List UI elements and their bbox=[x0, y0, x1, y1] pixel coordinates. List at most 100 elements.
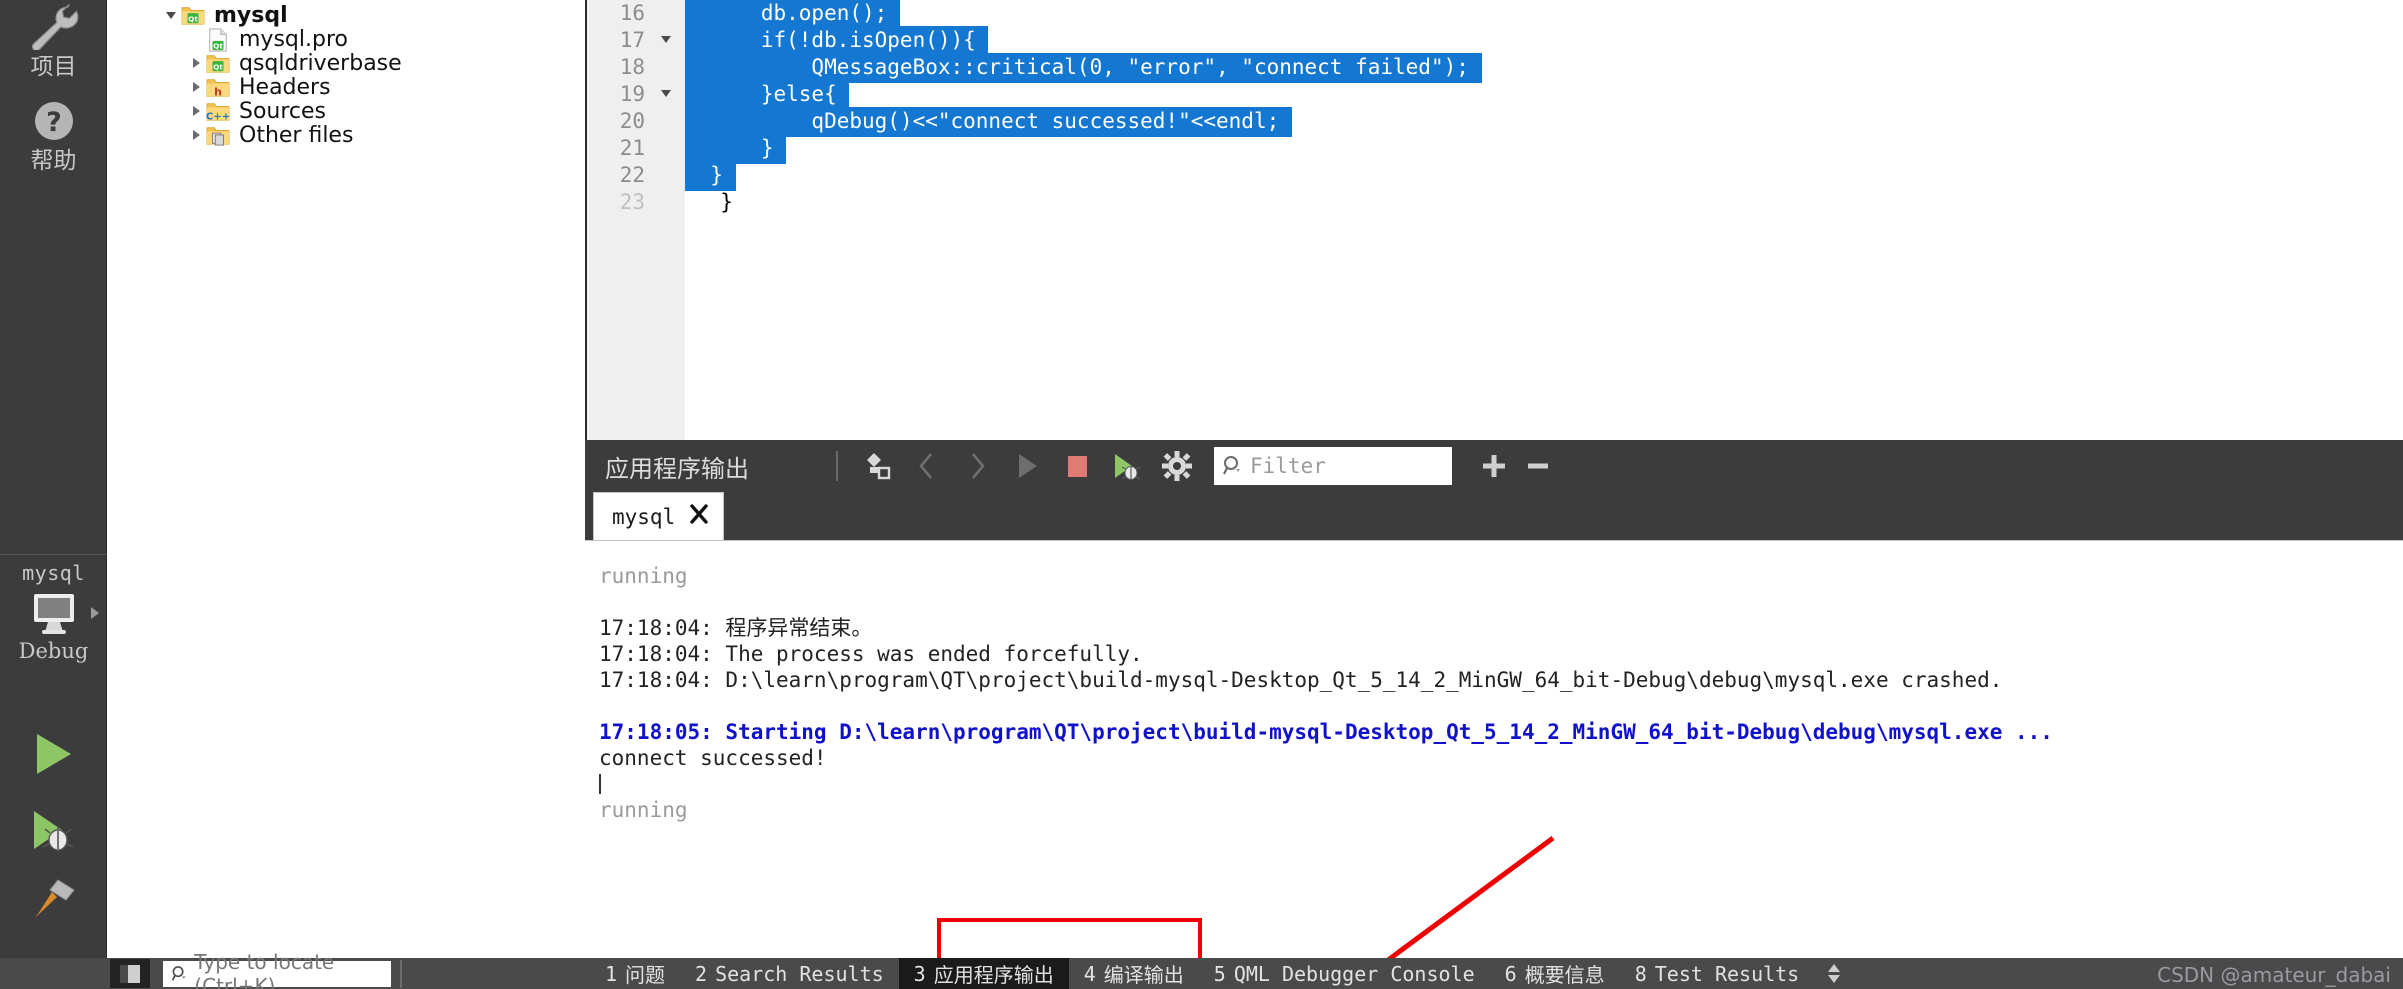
output-tab-1[interactable]: 1问题 bbox=[590, 958, 680, 989]
svg-text:Qt: Qt bbox=[188, 14, 198, 23]
output-tab-4[interactable]: 4编译输出 bbox=[1069, 958, 1199, 989]
line-number: 22 bbox=[620, 162, 645, 189]
tree-item-other-files[interactable]: Other files bbox=[187, 123, 353, 147]
output-tab-3[interactable]: 3应用程序输出 bbox=[899, 958, 1069, 989]
search-icon bbox=[171, 964, 188, 984]
sidebar-item-help[interactable]: ? 帮助 bbox=[0, 94, 107, 185]
output-line: running bbox=[599, 563, 2403, 589]
tree-item-headers[interactable]: hHeaders bbox=[187, 75, 331, 99]
line-number-row: 20 bbox=[587, 108, 685, 135]
wrench-icon bbox=[26, 2, 82, 52]
output-line: running bbox=[599, 797, 2403, 823]
clear-output-icon[interactable] bbox=[854, 443, 900, 489]
panel-toggle-icon[interactable] bbox=[110, 959, 150, 988]
application-output-pane: 应用程序输出 bbox=[585, 440, 2403, 958]
output-line: 17:18:05: Starting D:\learn\program\QT\p… bbox=[599, 719, 2403, 745]
output-blank-line bbox=[599, 589, 2403, 615]
kit-selector[interactable]: mysql Debug bbox=[0, 561, 107, 663]
tree-item-qsqldriverbase[interactable]: Qt qsqldriverbase bbox=[187, 51, 402, 75]
output-tab-label: 应用程序输出 bbox=[934, 959, 1054, 988]
code-line[interactable]: qDebug()<<"connect successed!"<<endl; bbox=[685, 108, 2403, 135]
stop-red-icon[interactable] bbox=[1054, 443, 1100, 489]
close-x-icon[interactable] bbox=[689, 504, 709, 529]
code-line[interactable]: db.open(); bbox=[685, 0, 2403, 27]
run-gray-icon[interactable] bbox=[1004, 443, 1050, 489]
output-text-area[interactable]: running17:18:04: 程序异常结束。17:18:04: The pr… bbox=[585, 540, 2403, 958]
output-tab-number: 6 bbox=[1505, 962, 1517, 986]
code-line[interactable]: } bbox=[685, 162, 2403, 189]
chevron-right-icon[interactable] bbox=[187, 75, 205, 99]
chevron-down-icon[interactable] bbox=[162, 3, 180, 27]
zoom-out-button[interactable] bbox=[1516, 444, 1560, 488]
watermark: CSDN @amateur_dabai bbox=[2157, 963, 2391, 987]
output-tabs-spinner[interactable] bbox=[1828, 964, 1840, 983]
output-toolbar: 应用程序输出 bbox=[585, 440, 2403, 492]
code-line[interactable]: } bbox=[685, 135, 2403, 162]
output-line: 17:18:04: The process was ended forceful… bbox=[599, 641, 2403, 667]
fold-marker-icon[interactable] bbox=[661, 36, 671, 43]
output-tab-2[interactable]: 2Search Results bbox=[680, 958, 899, 989]
code-line[interactable]: if(!db.isOpen()){ bbox=[685, 27, 2403, 54]
code-editor[interactable]: 1617181920212223 db.open(); if(!db.isOpe… bbox=[585, 0, 2403, 440]
editor-code-area[interactable]: db.open(); if(!db.isOpen()){ QMessageBox… bbox=[685, 0, 2403, 440]
output-tab-6[interactable]: 6 概要信息 bbox=[1490, 958, 1620, 989]
tree-item-label: Other files bbox=[239, 123, 353, 148]
output-tab-5[interactable]: 5QML Debugger Console bbox=[1199, 958, 1490, 989]
chevron-down-icon bbox=[1828, 975, 1840, 983]
output-line: 17:18:04: D:\learn\program\QT\project\bu… bbox=[599, 667, 2403, 693]
sidebar-item-projects[interactable]: 项目 bbox=[0, 0, 107, 91]
prev-item-icon[interactable] bbox=[904, 443, 950, 489]
code-line[interactable]: }else{ bbox=[685, 81, 2403, 108]
locator-placeholder: Type to locate (Ctrl+K) bbox=[194, 950, 391, 989]
output-tab-label: Test Results bbox=[1655, 962, 1800, 986]
chevron-right-icon[interactable] bbox=[187, 99, 205, 123]
next-item-icon[interactable] bbox=[954, 443, 1000, 489]
status-bar: Type to locate (Ctrl+K) 1问题2Search Resul… bbox=[0, 958, 2403, 989]
debug-button[interactable] bbox=[0, 794, 107, 870]
settings-gear-icon[interactable] bbox=[1154, 443, 1200, 489]
zoom-in-button[interactable] bbox=[1472, 444, 1516, 488]
chevron-right-icon[interactable] bbox=[187, 51, 205, 75]
code-line-text: } bbox=[685, 161, 736, 191]
svg-text:Qt: Qt bbox=[213, 62, 223, 71]
output-tab-number: 8 bbox=[1635, 962, 1647, 986]
output-tab-mysql[interactable]: mysql bbox=[593, 492, 724, 540]
filter-input[interactable]: Filter bbox=[1214, 447, 1452, 485]
tree-item-sources[interactable]: C++Sources bbox=[187, 99, 326, 123]
line-number-row: 21 bbox=[587, 135, 685, 162]
qt-file-icon: Qt bbox=[205, 28, 231, 50]
line-number: 17 bbox=[620, 27, 645, 54]
code-line[interactable]: QMessageBox::critical(0, "error", "conne… bbox=[685, 54, 2403, 81]
chevron-right-icon[interactable] bbox=[187, 123, 205, 147]
output-caret-line bbox=[599, 771, 2403, 797]
project-tree[interactable]: QtmysqlQtmysql.proQtqsqldriverbasehHeade… bbox=[107, 0, 585, 958]
line-number: 23 bbox=[620, 189, 645, 216]
kit-build-config: Debug bbox=[0, 639, 107, 663]
status-bar-divider bbox=[400, 960, 402, 988]
green-play-bug-icon bbox=[28, 806, 80, 859]
fold-marker-icon[interactable] bbox=[661, 90, 671, 97]
tree-item-label: qsqldriverbase bbox=[239, 51, 402, 76]
line-number: 19 bbox=[620, 81, 645, 108]
search-icon bbox=[1222, 454, 1244, 478]
run-button[interactable] bbox=[0, 718, 107, 794]
desktop-monitor-icon bbox=[0, 585, 107, 641]
other-folder-icon bbox=[205, 124, 231, 146]
line-number: 18 bbox=[620, 54, 645, 81]
line-number-row: 23 bbox=[587, 189, 685, 216]
line-number: 21 bbox=[620, 135, 645, 162]
output-line: connect successed! bbox=[599, 745, 2403, 771]
attach-debugger-icon[interactable] bbox=[1104, 443, 1150, 489]
output-tab-label: 概要信息 bbox=[1525, 959, 1605, 988]
hammer-icon bbox=[28, 874, 80, 927]
locator-input[interactable]: Type to locate (Ctrl+K) bbox=[163, 961, 391, 987]
chevron-up-icon bbox=[1828, 964, 1840, 972]
activity-bar-divider bbox=[0, 554, 107, 555]
build-button[interactable] bbox=[0, 862, 107, 938]
line-number: 16 bbox=[620, 0, 645, 27]
output-tab-8[interactable]: 8 Test Results bbox=[1620, 958, 1815, 989]
tree-item-mysql-pro[interactable]: Qtmysql.pro bbox=[187, 27, 348, 51]
tree-item-mysql[interactable]: Qtmysql bbox=[162, 3, 288, 27]
code-line[interactable]: } bbox=[685, 189, 2403, 216]
editor-gutter: 1617181920212223 bbox=[587, 0, 685, 440]
